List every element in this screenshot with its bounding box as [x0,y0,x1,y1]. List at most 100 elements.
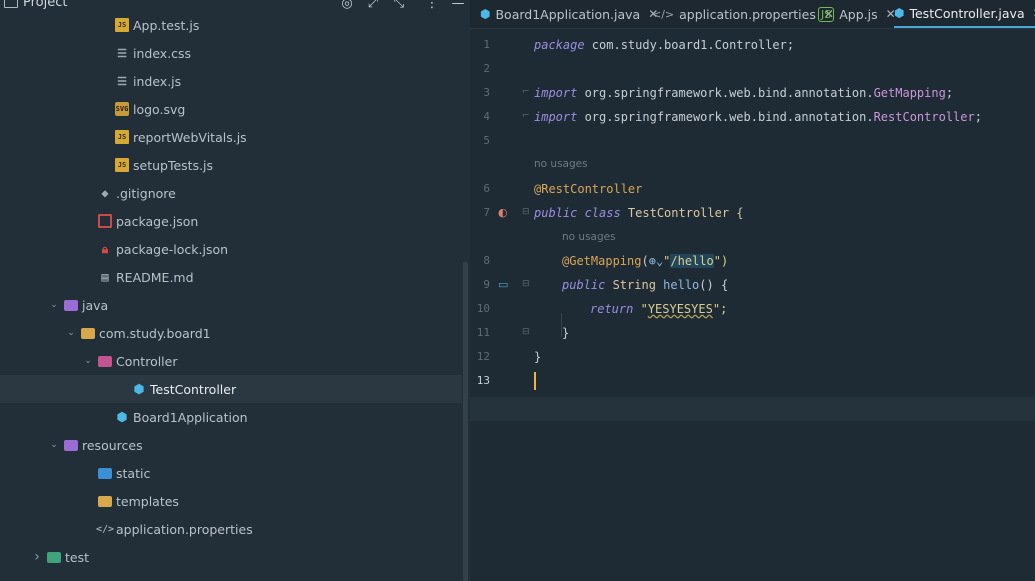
code-line-7: public class TestController { [534,206,744,220]
controller-folder-icon [98,355,112,367]
tree-item-com-study-board1[interactable]: ⌄ com.study.board1 [0,319,462,347]
tree-item-testcontroller[interactable]: ⬢ TestController [0,375,462,403]
tree-item-index-js[interactable]: ☰ index.js [0,67,462,95]
tree-item-java[interactable]: ⌄ java [0,291,462,319]
tree-item-setuptests-js[interactable]: JS setupTests.js [0,151,462,179]
tree-item-label: index.js [133,73,182,89]
tree-item--gitignore[interactable]: ◆ .gitignore [0,179,462,207]
chevron-right-icon[interactable]: › [31,549,43,565]
spring-app-icon: ⬢ [116,410,128,424]
line-number[interactable]: 2 [470,62,490,75]
tree-item-package-json[interactable]: package.json [0,207,462,235]
package-folder-icon [81,327,95,339]
tab-label: TestController.java [909,5,1025,21]
css-file-icon: ☰ [117,46,127,60]
code-line-8: @GetMapping(⊕⌄"/hello") [562,254,729,268]
js-file-icon: JS [115,18,129,32]
code-line-6: @RestController [534,182,643,196]
chevron-down-icon[interactable]: ⌄ [82,356,94,366]
tree-item-templates[interactable]: templates [0,487,462,515]
line-number[interactable]: 5 [470,134,490,147]
tree-item-app-test-js[interactable]: JS App.test.js [0,11,462,39]
code-line-4: import org.springframework.web.bind.anno… [534,110,982,124]
project-panel-title: Project [23,0,68,10]
tree-item-label: static [116,465,151,481]
tree-item-static[interactable]: static [0,459,462,487]
properties-tab-icon: </> [652,7,675,21]
class-icon: ⬢ [133,382,145,396]
tree-item-label: reportWebVitals.js [133,129,247,145]
fold-marker-icon[interactable]: ⊟ [522,327,530,337]
line-number[interactable]: 6 [470,182,490,195]
tab-application-properties[interactable]: </> application.properties ✕ [652,0,834,28]
tab-label: application.properties [679,6,816,22]
line-number[interactable]: 4 [470,110,490,123]
tab-app-js[interactable]: JS App.js ✕ [818,0,896,28]
tree-item-package-lock-json[interactable]: 🔒︎ package-lock.json [0,235,462,263]
static-folder-icon [98,467,112,479]
tree-item-label: test [65,549,90,565]
tree-item-label: setupTests.js [133,157,214,173]
line-number[interactable]: 11 [470,326,490,339]
tree-item-label: TestController [150,381,237,397]
code-line-1: package com.study.board1.Controller; [534,38,795,52]
project-scrollbar[interactable] [463,262,468,581]
chevron-down-icon[interactable]: ⌄ [48,300,60,310]
tree-item-readme-md[interactable]: ▤ README.md [0,263,462,291]
editor-gutter[interactable]: 1 2 3 4 5 6 7 8 9 10 11 12 13 ◐ ▭ ⌐ ⌐ ⊟ ⊟ ⊟ [470,29,530,581]
java-class-icon: ⬢ [894,6,905,20]
gitignore-icon: ◆ [101,186,109,200]
resources-folder-icon [64,439,78,451]
line-number[interactable]: 3 [470,86,490,99]
tree-item-test[interactable]: › test [0,543,462,571]
usages-hint[interactable]: no usages [534,158,588,170]
tree-item-logo-svg[interactable]: SVG logo.svg [0,95,462,123]
source-folder-icon [64,299,78,311]
tree-item-label: Controller [116,353,178,369]
editor-tab-bar: ⬢ Board1Application.java ✕ </> applicati… [470,0,1035,29]
spring-bean-icon[interactable]: ◐ [498,206,508,219]
tree-item-board1application[interactable]: ⬢ Board1Application [0,403,462,431]
chevron-down-icon[interactable]: ⌄ [65,328,77,338]
tab-testcontroller[interactable]: ⬢ TestController.java ✕ [894,0,1035,28]
code-editor: ⬢ Board1Application.java ✕ </> applicati… [470,0,1035,581]
tree-item-label: resources [82,437,143,453]
tree-item-label: .gitignore [116,185,176,201]
tree-item-label: index.css [133,45,192,61]
project-view-selector[interactable]: Project [4,0,67,10]
tree-item-reportwebvitals-js[interactable]: JS reportWebVitals.js [0,123,462,151]
line-number[interactable]: 12 [470,350,490,363]
tree-item-label: logo.svg [133,101,186,117]
tree-item-index-css[interactable]: ☰ index.css [0,39,462,67]
line-number[interactable]: 9 [470,278,490,291]
line-number[interactable]: 10 [470,302,490,315]
endpoint-icon[interactable]: ▭ [498,278,508,291]
project-tool-window: Project ◎ ⤢ ⤡ ⋮ — JS App.test.js ☰ index.cs… [0,0,470,581]
globe-icon[interactable]: ⊕⌄ [649,254,663,268]
chevron-down-icon[interactable]: ⌄ [48,440,60,450]
line-number[interactable]: 8 [470,254,490,267]
project-window-icon [4,0,18,8]
tab-board1application[interactable]: ⬢ Board1Application.java ✕ [480,0,658,28]
fold-marker-icon[interactable]: ⊟ [522,207,530,217]
fold-marker-icon[interactable]: ⌐ [522,87,530,97]
js-lines-file-icon: ☰ [117,74,127,88]
usages-hint[interactable]: no usages [562,231,616,243]
npm-package-icon [98,214,112,228]
line-number[interactable]: 1 [470,38,490,51]
tree-item-controller[interactable]: ⌄ Controller [0,347,462,375]
line-number[interactable]: 13 [470,374,490,387]
tree-item-label: java [82,297,109,313]
fold-marker-icon[interactable]: ⊟ [522,279,530,289]
tree-item-resources[interactable]: ⌄ resources [0,431,462,459]
properties-file-icon: </> [95,523,115,535]
fold-marker-icon[interactable]: ⌐ [522,111,530,121]
code-text-area[interactable]: package com.study.board1.Controller; imp… [470,29,1035,581]
tree-item-application-properties[interactable]: </> application.properties [0,515,462,543]
tree-item-label: App.test.js [133,17,200,33]
code-line-12: } [534,350,542,364]
code-line-11: } [562,326,570,340]
line-number[interactable]: 7 [470,206,490,219]
tree-item-label: application.properties [116,521,253,537]
tree-item-label: README.md [116,269,194,285]
